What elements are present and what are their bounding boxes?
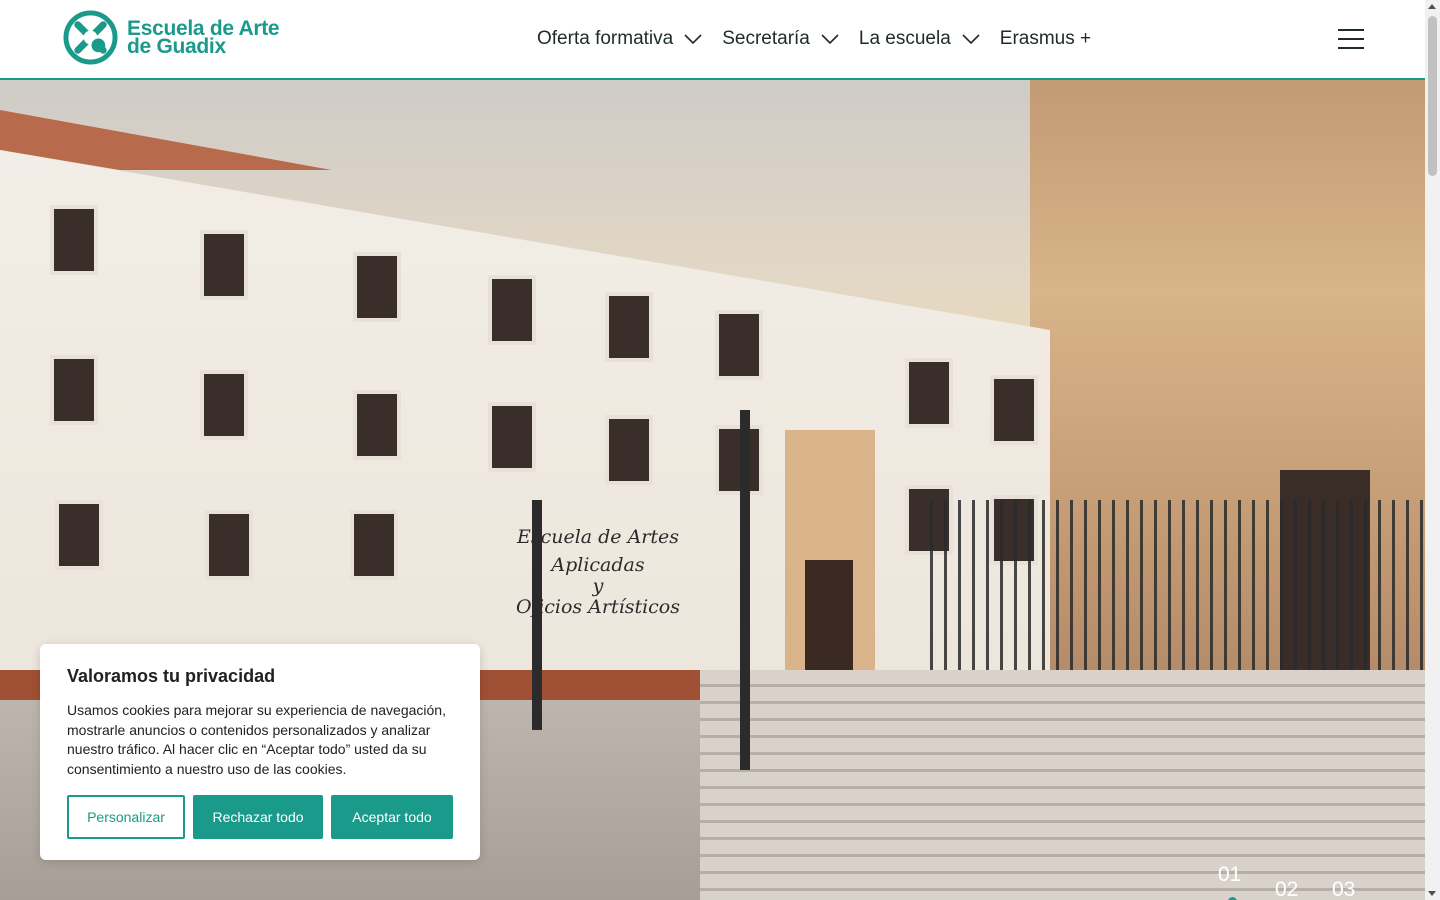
page-scrollbar[interactable] bbox=[1425, 0, 1440, 900]
building-window bbox=[488, 275, 536, 345]
slide-number: 02 bbox=[1275, 878, 1299, 900]
slide-number: 01 bbox=[1218, 863, 1242, 886]
slide-pager-3[interactable]: 03 bbox=[1332, 878, 1389, 900]
building-window bbox=[350, 510, 398, 580]
building-window bbox=[488, 402, 536, 472]
facade-sign-line-1: Escuela de Artes Aplicadas bbox=[516, 526, 680, 576]
building-window bbox=[715, 425, 763, 495]
nav-item-label: Secretaría bbox=[722, 28, 810, 49]
building-window bbox=[50, 355, 98, 425]
street-lamp bbox=[740, 410, 750, 770]
cookie-consent-banner: Valoramos tu privacidad Usamos cookies p… bbox=[40, 644, 480, 860]
logo-line-2: de Guadix bbox=[127, 34, 226, 58]
building-window bbox=[605, 292, 653, 362]
building-window bbox=[990, 375, 1038, 445]
slide-number: 03 bbox=[1332, 878, 1356, 900]
nav-item-secretaria[interactable]: Secretaría bbox=[722, 28, 839, 50]
facade-sign: Escuela de Artes Aplicadas y Oficios Art… bbox=[468, 523, 728, 621]
site-header: Escuela de Arte de Guadix Oferta formati… bbox=[0, 0, 1425, 80]
scrollbar-thumb[interactable] bbox=[1428, 16, 1437, 176]
slide-pager-2[interactable]: 02 bbox=[1275, 878, 1332, 900]
chevron-down-icon bbox=[962, 34, 980, 45]
building-window bbox=[353, 252, 401, 322]
cookie-text: Usamos cookies para mejorar su experienc… bbox=[67, 702, 446, 777]
building-window bbox=[715, 310, 763, 380]
hamburger-line bbox=[1338, 38, 1364, 40]
reject-all-button[interactable]: Rechazar todo bbox=[193, 795, 323, 839]
building-window bbox=[605, 415, 653, 485]
building-window bbox=[353, 390, 401, 460]
cookie-title: Valoramos tu privacidad bbox=[67, 666, 276, 686]
building-window bbox=[205, 510, 253, 580]
plaza-steps bbox=[700, 670, 1425, 900]
chevron-down-icon bbox=[821, 34, 839, 45]
slider-pager: 01 02 03 bbox=[1218, 863, 1389, 900]
nav-item-label: Oferta formativa bbox=[537, 28, 674, 49]
facade-sign-line-2: y bbox=[592, 575, 604, 597]
hamburger-line bbox=[1338, 47, 1364, 49]
hamburger-icon[interactable] bbox=[1338, 29, 1364, 51]
nav-item-label: La escuela bbox=[858, 28, 951, 49]
main-nav: Oferta formativa Secretaría La escuela E… bbox=[537, 28, 1091, 50]
facade-sign-line-3: Oficios Artísticos bbox=[515, 596, 680, 618]
iron-fence bbox=[930, 500, 1425, 690]
hamburger-line bbox=[1338, 29, 1364, 31]
logo-text: Escuela de Arte de Guadix bbox=[127, 18, 280, 58]
chevron-down-icon bbox=[684, 34, 702, 45]
nav-item-erasmus[interactable]: Erasmus + bbox=[1000, 28, 1091, 50]
customize-button[interactable]: Personalizar bbox=[67, 795, 185, 839]
building-window bbox=[55, 500, 103, 570]
accept-all-button[interactable]: Aceptar todo bbox=[331, 795, 453, 839]
building-window bbox=[200, 230, 248, 300]
nav-item-la-escuela[interactable]: La escuela bbox=[859, 28, 980, 50]
scroll-down-arrow-icon[interactable] bbox=[1428, 891, 1436, 896]
logo-x-icon bbox=[63, 10, 118, 65]
scroll-up-arrow-icon[interactable] bbox=[1428, 4, 1436, 9]
slide-pager-1[interactable]: 01 bbox=[1218, 863, 1275, 900]
building-window bbox=[50, 205, 98, 275]
nav-item-label: Erasmus + bbox=[999, 28, 1092, 49]
site-logo[interactable]: Escuela de Arte de Guadix bbox=[63, 10, 280, 65]
street-lamp bbox=[532, 500, 542, 730]
nav-item-oferta-formativa[interactable]: Oferta formativa bbox=[537, 28, 702, 50]
building-window bbox=[905, 358, 953, 428]
building-window bbox=[200, 370, 248, 440]
